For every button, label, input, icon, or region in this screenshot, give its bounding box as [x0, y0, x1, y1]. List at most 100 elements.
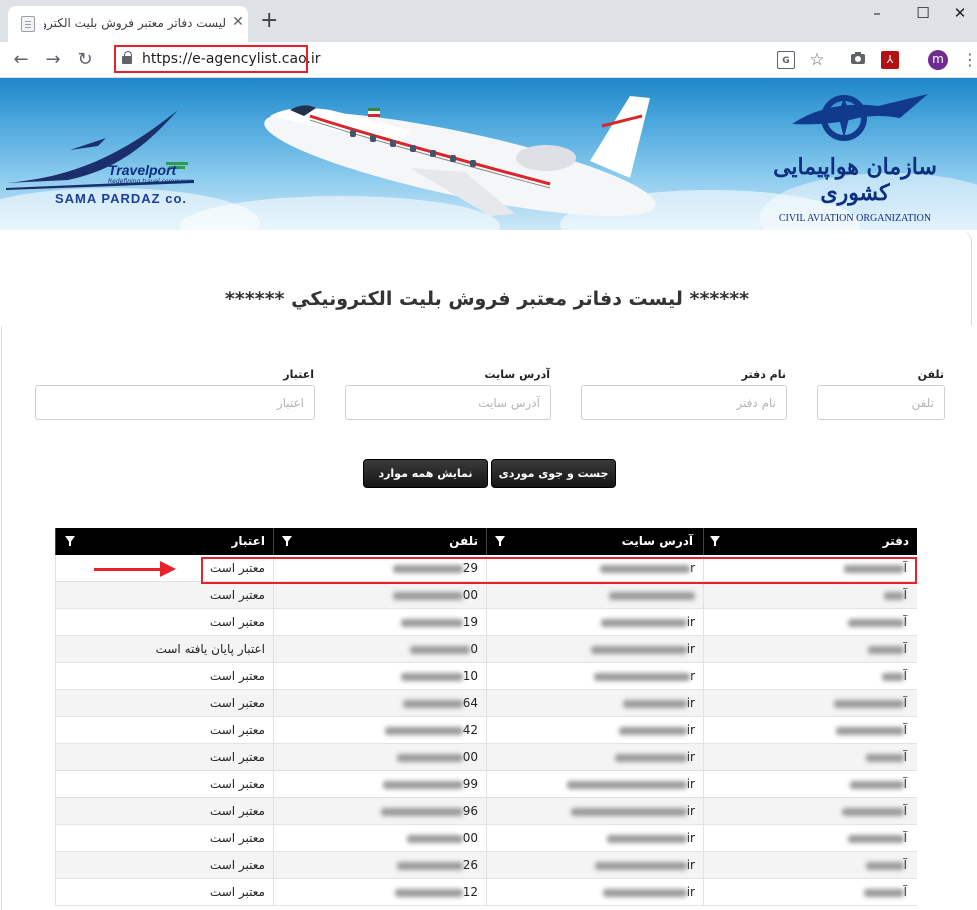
table-row[interactable]: معتبر است 12 ir آ [55, 879, 917, 906]
translate-icon[interactable]: G [777, 51, 795, 69]
redacted-office [865, 861, 904, 870]
cell-phone: 00 [273, 744, 486, 771]
redacted-office [841, 807, 904, 816]
office-value: آ [903, 750, 907, 764]
forward-icon[interactable]: → [40, 47, 66, 73]
tab-title: لیست دفاتر معتبر فروش بلیت الکترونیکی [44, 16, 226, 30]
reload-icon[interactable]: ↻ [72, 47, 98, 73]
camera-icon[interactable] [849, 51, 867, 69]
credit-value: معتبر است [209, 885, 265, 899]
cell-site: ir [486, 852, 703, 879]
credit-value: معتبر است [209, 615, 265, 629]
cell-office: آ [703, 555, 917, 582]
maximize-icon[interactable]: ☐ [908, 4, 938, 24]
cell-phone: 0 [273, 636, 486, 663]
filter-icon[interactable] [710, 536, 720, 546]
cell-office: آ [703, 663, 917, 690]
cell-credit: معتبر است [55, 852, 273, 879]
address-bar[interactable]: https://e-agencylist.cao.ir [114, 45, 321, 73]
search-button[interactable]: جست و جوی موردی [491, 459, 616, 488]
phone-filter-input[interactable] [817, 385, 945, 420]
phone-value: 00 [462, 831, 478, 845]
browser-tab[interactable]: لیست دفاتر معتبر فروش بلیت الکترونیکی ✕ [8, 6, 248, 42]
cao-emblem-icon [792, 94, 928, 141]
office-value: آ [903, 696, 907, 710]
table-row[interactable]: معتبر است 19 ir آ [55, 609, 917, 636]
redacted-phone [406, 834, 463, 843]
travelport-tagline: Redefining travel commerce [108, 178, 194, 185]
office-name-filter-input[interactable] [581, 385, 787, 420]
redacted-site [600, 618, 687, 627]
credit-filter-input[interactable] [35, 385, 315, 420]
profile-avatar[interactable]: m [928, 50, 948, 70]
cell-credit: معتبر است [55, 771, 273, 798]
cell-office: آ [703, 717, 917, 744]
redacted-site [594, 861, 687, 870]
office-value: آ [903, 723, 907, 737]
new-tab-button[interactable]: + [260, 10, 278, 32]
table-row[interactable]: معتبر است 00 ir آ [55, 744, 917, 771]
cell-credit: معتبر است [55, 582, 273, 609]
phone-value: 64 [462, 696, 478, 710]
cell-phone: 26 [273, 852, 486, 879]
table-row[interactable]: معتبر است 10 r آ [55, 663, 917, 690]
browser-toolbar: ← → ↻ https://e-agencylist.cao.ir G ☆ ⅄ … [0, 42, 977, 78]
pdf-icon[interactable]: ⅄ [881, 51, 899, 69]
credit-value: معتبر است [209, 750, 265, 764]
cell-phone: 10 [273, 663, 486, 690]
table-body: معتبر است 29 r آ معتبر است 00 آ معتبر است 19 ir آ ا… [55, 555, 917, 906]
site-value: ir [686, 858, 695, 872]
table-row[interactable]: معتبر است 99 ir آ [55, 771, 917, 798]
office-value: آ [903, 615, 907, 629]
menu-icon[interactable]: ⋮ [962, 50, 977, 69]
cell-phone: 96 [273, 798, 486, 825]
credit-value: معتبر است [209, 561, 265, 575]
cell-office: آ [703, 825, 917, 852]
left-divider [1, 326, 2, 910]
table-row[interactable]: اعتبار پایان یافته است 0 ir آ [55, 636, 917, 663]
close-window-icon[interactable]: ✕ [945, 4, 975, 24]
minimize-icon[interactable]: – [862, 4, 892, 24]
table-row[interactable]: معتبر است 42 ir آ [55, 717, 917, 744]
column-header-site[interactable]: آدرس سایت [486, 528, 703, 555]
redacted-site [600, 564, 691, 573]
show-all-button[interactable]: نمایش همه موارد [363, 459, 488, 488]
back-icon[interactable]: ← [8, 47, 34, 73]
star-icon[interactable]: ☆ [808, 51, 826, 69]
redacted-office [881, 672, 904, 681]
redacted-phone [400, 618, 463, 627]
cell-phone: 42 [273, 717, 486, 744]
filter-icon[interactable] [65, 536, 75, 546]
table-row[interactable]: معتبر است 29 r آ [55, 555, 917, 582]
filter-icon[interactable] [282, 536, 292, 546]
cell-credit: معتبر است [55, 690, 273, 717]
column-header-office[interactable]: دفتر [703, 528, 917, 555]
table-row[interactable]: معتبر است 64 ir آ [55, 690, 917, 717]
cell-site: ir [486, 825, 703, 852]
close-tab-icon[interactable]: ✕ [230, 14, 246, 30]
title-panel [0, 230, 972, 326]
cell-office: آ [703, 879, 917, 906]
column-label-site: آدرس سایت [621, 534, 693, 548]
column-header-credit[interactable]: اعتبار [55, 528, 273, 555]
url-text[interactable]: https://e-agencylist.cao.ir [142, 51, 321, 67]
table-row[interactable]: معتبر است 96 ir آ [55, 798, 917, 825]
site-address-filter-input[interactable] [345, 385, 551, 420]
cell-site [486, 582, 703, 609]
column-header-phone[interactable]: تلفن [273, 528, 486, 555]
table-row[interactable]: معتبر است 26 ir آ [55, 852, 917, 879]
site-value: ir [686, 804, 695, 818]
redacted-phone [380, 807, 463, 816]
cell-office: آ [703, 609, 917, 636]
redacted-site [570, 807, 687, 816]
filter-icon[interactable] [495, 536, 505, 546]
site-banner: Travelport Redefining travel commerce SA… [0, 78, 977, 230]
table-row[interactable]: معتبر است 00 ir آ [55, 825, 917, 852]
cell-site: ir [486, 771, 703, 798]
lock-icon[interactable] [122, 51, 132, 64]
cell-site: ir [486, 744, 703, 771]
main-content: ****** لیست دفاتر معتبر فروش بلیت الکترو… [0, 230, 977, 910]
cell-site: ir [486, 717, 703, 744]
airplane-image-icon [264, 96, 656, 217]
table-row[interactable]: معتبر است 00 آ [55, 582, 917, 609]
